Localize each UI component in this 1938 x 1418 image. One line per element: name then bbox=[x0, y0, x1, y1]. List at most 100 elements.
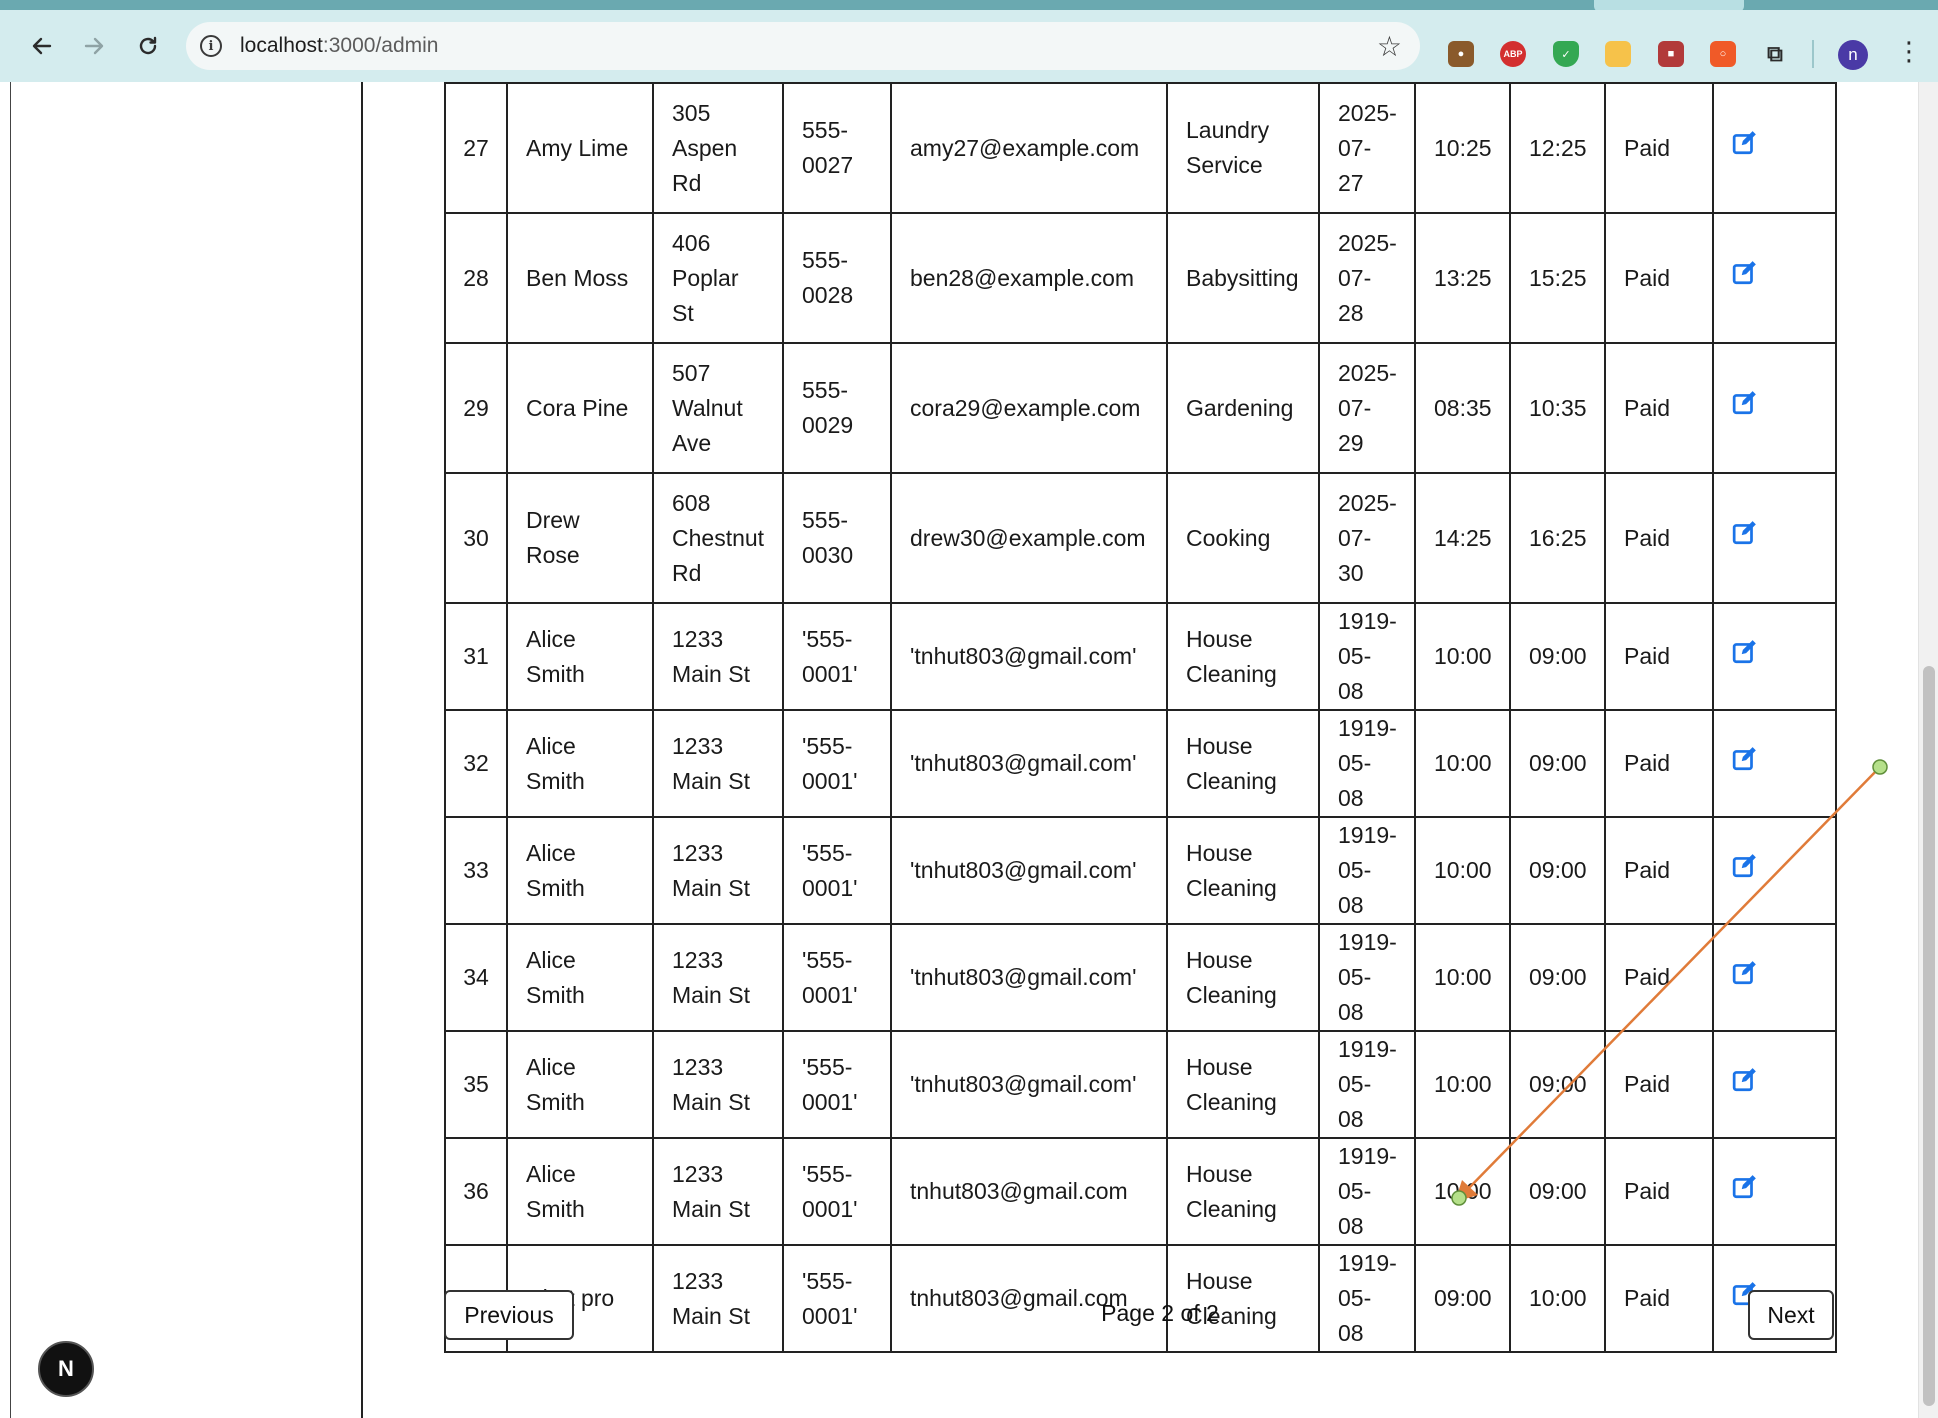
cell-service: Gardening bbox=[1166, 342, 1320, 474]
cell-address: 1233 Main St bbox=[652, 923, 784, 1032]
edit-icon[interactable] bbox=[1732, 639, 1758, 665]
record-icon[interactable]: ○ bbox=[1710, 41, 1736, 67]
cell-end-time: 15:25 bbox=[1509, 212, 1606, 344]
cell-payment-status: Paid bbox=[1604, 212, 1714, 344]
cell-actions bbox=[1712, 1030, 1837, 1139]
cell-customer-name: Alice Smith bbox=[506, 602, 654, 711]
cell-row-id: 33 bbox=[444, 816, 508, 925]
cell-start-time: 10:25 bbox=[1414, 82, 1511, 214]
cell-end-time: 09:00 bbox=[1509, 1137, 1606, 1246]
cell-end-time: 10:35 bbox=[1509, 342, 1606, 474]
edit-icon[interactable] bbox=[1732, 390, 1758, 416]
cell-customer-name: Alice Smith bbox=[506, 1030, 654, 1139]
next-button[interactable]: Next bbox=[1748, 1290, 1834, 1340]
table-row: 36 Alice Smith 1233 Main St '555-0001' tnhut… bbox=[444, 1137, 1837, 1246]
cell-actions bbox=[1712, 472, 1837, 604]
cell-email: 'tnhut803@gmail.com' bbox=[890, 923, 1168, 1032]
camera-icon[interactable]: ■ bbox=[1658, 41, 1684, 67]
cell-phone: '555-0001' bbox=[782, 1137, 892, 1246]
cell-email: 'tnhut803@gmail.com' bbox=[890, 709, 1168, 818]
cell-service: Laundry Service bbox=[1166, 82, 1320, 214]
cell-row-id: 30 bbox=[444, 472, 508, 604]
more-menu-icon[interactable]: ⋮ bbox=[1896, 38, 1922, 64]
puzzle-icon[interactable]: ⧉ bbox=[1762, 41, 1788, 67]
cell-address: 1233 Main St bbox=[652, 816, 784, 925]
forward-button[interactable] bbox=[76, 28, 112, 64]
cell-end-time: 09:00 bbox=[1509, 816, 1606, 925]
edit-icon[interactable] bbox=[1732, 1174, 1758, 1200]
shield-icon[interactable]: ✓ bbox=[1553, 41, 1579, 67]
edit-icon[interactable] bbox=[1732, 853, 1758, 879]
cookie-icon[interactable]: ● bbox=[1448, 41, 1474, 67]
cell-actions bbox=[1712, 816, 1837, 925]
cell-email: tnhut803@gmail.com bbox=[890, 1137, 1168, 1246]
cell-start-time: 10:00 bbox=[1414, 709, 1511, 818]
site-info-icon[interactable]: i bbox=[200, 35, 222, 57]
table-row: 31 Alice Smith 1233 Main St '555-0001''tnhu… bbox=[444, 602, 1837, 711]
cell-row-id: 28 bbox=[444, 212, 508, 344]
cell-date: 2025-07-29 bbox=[1318, 342, 1416, 474]
cell-start-time: 10:00 bbox=[1414, 602, 1511, 711]
cell-phone: 555-0030 bbox=[782, 472, 892, 604]
scrollbar-thumb[interactable] bbox=[1923, 666, 1935, 1406]
cell-actions bbox=[1712, 342, 1837, 474]
avatar-initial: n bbox=[1848, 45, 1858, 64]
cell-payment-status: Paid bbox=[1604, 602, 1714, 711]
bookmark-star-icon[interactable]: ☆ bbox=[1377, 30, 1402, 63]
cell-date: 2025-07-30 bbox=[1318, 472, 1416, 604]
cell-payment-status: Paid bbox=[1604, 82, 1714, 214]
cell-email: 'tnhut803@gmail.com' bbox=[890, 602, 1168, 711]
cell-date: 1919-05-08 bbox=[1318, 602, 1416, 711]
cell-start-time: 10:00 bbox=[1414, 1030, 1511, 1139]
cell-payment-status: Paid bbox=[1604, 1244, 1714, 1353]
cell-start-time: 10:00 bbox=[1414, 1137, 1511, 1246]
cell-date: 1919-05-08 bbox=[1318, 816, 1416, 925]
cell-payment-status: Paid bbox=[1604, 816, 1714, 925]
cell-actions bbox=[1712, 923, 1837, 1032]
cell-email: 'tnhut803@gmail.com' bbox=[890, 1030, 1168, 1139]
cell-service: House Cleaning bbox=[1166, 1030, 1320, 1139]
note-icon[interactable] bbox=[1605, 41, 1631, 67]
cell-actions bbox=[1712, 82, 1837, 214]
url-text[interactable]: localhost:3000/admin bbox=[240, 34, 438, 58]
url-path: :3000/admin bbox=[322, 34, 439, 57]
cell-service: House Cleaning bbox=[1166, 602, 1320, 711]
cell-payment-status: Paid bbox=[1604, 342, 1714, 474]
cell-email: drew30@example.com bbox=[890, 472, 1168, 604]
table-row: 30 Drew Rose 608 Chestnut Rd 555-0030 drew30… bbox=[444, 472, 1837, 604]
table-row: 29 Cora Pine 507 Walnut Ave 555-0029 cora29@… bbox=[444, 342, 1837, 474]
cell-address: 608 Chestnut Rd bbox=[652, 472, 784, 604]
adblock-icon[interactable]: ABP bbox=[1500, 41, 1526, 67]
page-indicator: Page 2 of 2 bbox=[1101, 1300, 1219, 1326]
cell-phone: 555-0027 bbox=[782, 82, 892, 214]
cell-phone: '555-0001' bbox=[782, 1030, 892, 1139]
cell-customer-name: Alice Smith bbox=[506, 709, 654, 818]
table-row: 28 Ben Moss 406 Poplar St 555-0028 ben28@exa… bbox=[444, 212, 1837, 344]
cell-service: Babysitting bbox=[1166, 212, 1320, 344]
cell-service: House Cleaning bbox=[1166, 923, 1320, 1032]
cell-end-time: 10:00 bbox=[1509, 1244, 1606, 1353]
cell-start-time: 09:00 bbox=[1414, 1244, 1511, 1353]
cell-payment-status: Paid bbox=[1604, 1137, 1714, 1246]
reload-icon bbox=[139, 36, 157, 55]
edit-icon[interactable] bbox=[1732, 746, 1758, 772]
previous-button[interactable]: Previous bbox=[444, 1290, 574, 1340]
address-bar[interactable]: i localhost:3000/admin ☆ bbox=[186, 22, 1420, 70]
edit-icon[interactable] bbox=[1732, 960, 1758, 986]
cell-row-id: 32 bbox=[444, 709, 508, 818]
page-scrollbar[interactable] bbox=[1918, 82, 1938, 1418]
back-button[interactable] bbox=[24, 28, 60, 64]
cell-row-id: 34 bbox=[444, 923, 508, 1032]
edit-icon[interactable] bbox=[1732, 1067, 1758, 1093]
edit-icon[interactable] bbox=[1732, 260, 1758, 286]
cell-end-time: 09:00 bbox=[1509, 923, 1606, 1032]
cell-start-time: 08:35 bbox=[1414, 342, 1511, 474]
nextjs-dev-badge[interactable]: N bbox=[38, 1341, 94, 1397]
edit-icon[interactable] bbox=[1732, 520, 1758, 546]
edit-icon[interactable] bbox=[1732, 130, 1758, 156]
cell-customer-name: Amy Lime bbox=[506, 82, 654, 214]
avatar[interactable]: n bbox=[1838, 40, 1868, 70]
adblock-label: ABP bbox=[1503, 49, 1523, 59]
reload-button[interactable] bbox=[130, 28, 166, 64]
cell-customer-name: Cora Pine bbox=[506, 342, 654, 474]
